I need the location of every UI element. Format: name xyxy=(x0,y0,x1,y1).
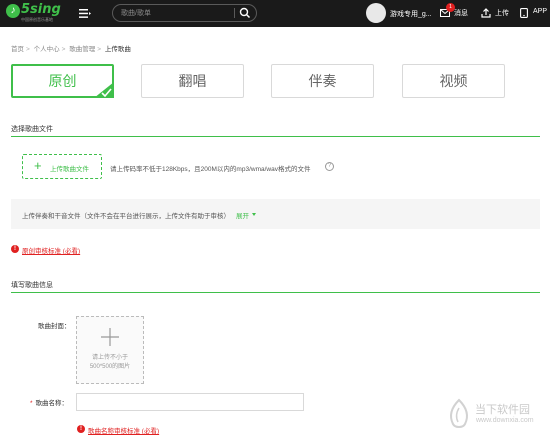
phone-icon xyxy=(520,8,528,18)
accompaniment-upload-text: 上传伴奏和干音文件（文件不会在平台进行展示，上传文件有助于审核） xyxy=(22,213,230,220)
search-input[interactable] xyxy=(121,7,231,19)
select-file-section-title: 选择歌曲文件 xyxy=(11,126,53,133)
site-logo[interactable]: ♪ 5sing 中国原创音乐基地 xyxy=(6,2,64,23)
search-divider xyxy=(234,8,235,18)
username[interactable]: 游戏专用_g... xyxy=(390,9,432,19)
top-navigation-bar: ♪ 5sing 中国原创音乐基地 游戏专用_g... 1 消息 xyxy=(0,0,550,27)
song-name-input[interactable] xyxy=(76,393,304,411)
plus-icon: + xyxy=(34,158,42,173)
tab-accompaniment-label: 伴奏 xyxy=(308,73,337,89)
breadcrumb: 首页 > 个人中心 > 歌曲管理 > 上传歌曲 xyxy=(11,46,131,53)
upload-icon xyxy=(481,8,491,18)
upload-requirements-hint: 请上传码率不低于128Kbps，且200M以内的mp3/wma/wav格式的文件 xyxy=(110,166,311,173)
tab-original-label: 原创 xyxy=(48,73,77,89)
plus-icon xyxy=(101,328,119,346)
song-name-label: * 歌曲名称： xyxy=(30,397,68,407)
accompaniment-upload-row: 上传伴奏和干音文件（文件不会在平台进行展示，上传文件有助于审核） 展开 xyxy=(11,199,540,229)
tab-cover-label: 翻唱 xyxy=(178,73,207,89)
logo-subtitle: 中国原创音乐基地 xyxy=(21,17,53,22)
menu-icon[interactable] xyxy=(79,9,91,18)
warning-icon: ! xyxy=(11,245,19,253)
logo-mark-icon: ♪ xyxy=(6,4,20,18)
watermark: 当下软件园 www.downxia.com xyxy=(445,398,545,430)
tab-accompaniment[interactable]: 伴奏 xyxy=(271,64,374,98)
section-divider xyxy=(11,136,540,137)
watermark-url: www.downxia.com xyxy=(476,417,534,424)
tab-cover[interactable]: 翻唱 xyxy=(141,64,244,98)
tab-original[interactable]: 原创 xyxy=(11,64,114,98)
breadcrumb-home[interactable]: 首页 xyxy=(11,46,24,53)
tab-video-label: 视频 xyxy=(439,73,468,89)
song-name-review-standard-link[interactable]: 歌曲名称审核标准 (必看) xyxy=(88,425,159,435)
cover-hint-size: 500*500的图片 xyxy=(89,364,131,370)
cover-upload-box[interactable]: 请上传不小于 500*500的图片 xyxy=(76,316,144,384)
watermark-logo-icon xyxy=(450,398,468,428)
section-divider xyxy=(11,292,540,293)
help-icon[interactable]: ? xyxy=(325,162,334,171)
app-nav-label: APP xyxy=(533,8,548,15)
search-box xyxy=(112,4,257,22)
tab-video[interactable]: 视频 xyxy=(402,64,505,98)
cover-label: 歌曲封面： xyxy=(38,323,71,330)
expand-link[interactable]: 展开 xyxy=(236,210,249,220)
song-info-section-title: 填写歌曲信息 xyxy=(11,282,53,289)
upload-song-file-button[interactable]: + 上传歌曲文件 xyxy=(22,154,102,179)
original-review-standard-link[interactable]: 原创审核标准 (必看) xyxy=(22,245,80,255)
avatar[interactable] xyxy=(366,3,386,23)
checkmark-icon xyxy=(94,82,114,98)
upload-nav-label: 上传 xyxy=(495,10,509,17)
search-icon[interactable] xyxy=(239,7,251,19)
chevron-down-icon[interactable] xyxy=(252,213,256,216)
messages-label: 消息 xyxy=(454,10,468,17)
watermark-title: 当下软件园 xyxy=(475,403,530,416)
song-name-label-text: 歌曲名称： xyxy=(35,400,69,407)
breadcrumb-personal-center[interactable]: 个人中心 xyxy=(34,46,60,53)
breadcrumb-current: 上传歌曲 xyxy=(104,46,131,53)
breadcrumb-song-management[interactable]: 歌曲管理 xyxy=(69,46,95,53)
logo-text: 5sing xyxy=(21,2,61,17)
cover-hint: 请上传不小于 xyxy=(91,355,128,361)
required-mark: * xyxy=(30,400,33,407)
warning-icon: ! xyxy=(77,425,85,433)
upload-song-file-label: 上传歌曲文件 xyxy=(50,166,89,173)
